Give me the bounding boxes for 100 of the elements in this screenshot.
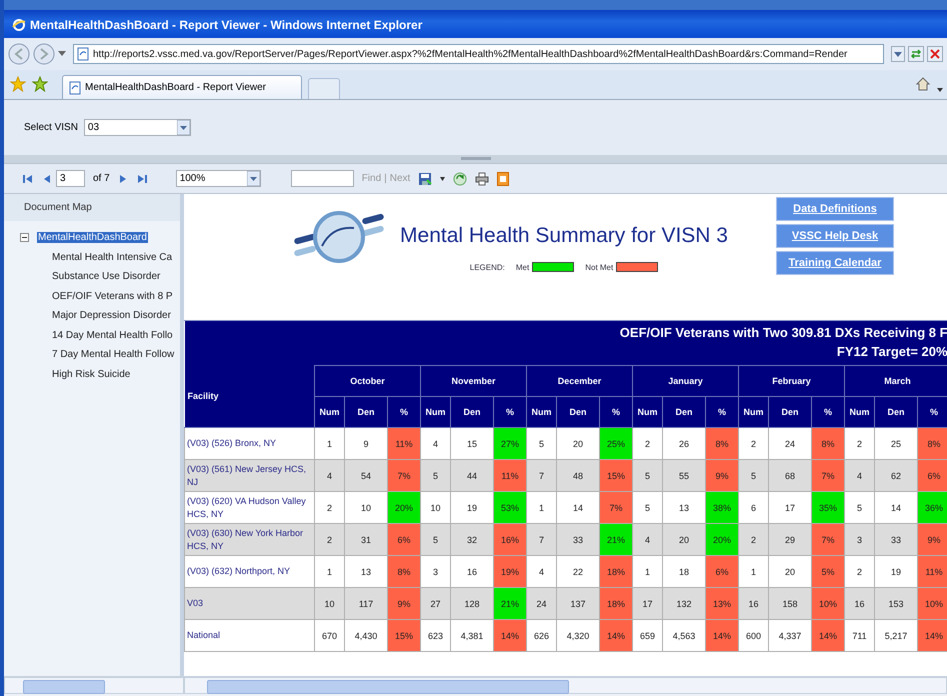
table-cell: 7% xyxy=(600,492,632,524)
parameter-label: Select VISN xyxy=(24,122,78,133)
next-page-icon[interactable] xyxy=(118,172,128,184)
column-header: November xyxy=(420,366,526,396)
refresh-icon[interactable] xyxy=(908,46,924,62)
table-cell: 29 xyxy=(768,524,812,556)
table-cell: 14% xyxy=(812,620,844,652)
table-cell: 48 xyxy=(556,460,600,492)
legend-item: Not Met xyxy=(585,262,614,272)
table-cell: (V03) (630) New York Harbor HCS, NY xyxy=(184,524,314,556)
page-number-field[interactable]: 3 xyxy=(56,170,85,187)
column-header: Num xyxy=(632,396,662,428)
table-cell: 14% xyxy=(494,620,526,652)
column-header: January xyxy=(632,366,738,396)
printer-icon[interactable] xyxy=(475,172,490,186)
table-cell: 18% xyxy=(600,588,632,620)
column-header: % xyxy=(600,396,632,428)
star-icon[interactable] xyxy=(10,76,26,92)
document-map-item[interactable]: 14 Day Mental Health Follo xyxy=(52,330,173,341)
table-cell: 16 xyxy=(844,588,874,620)
table-cell: 18% xyxy=(600,556,632,588)
find-field[interactable] xyxy=(290,170,354,187)
window-title: MentalHealthDashBoard - Report Viewer - Windows Internet Explorer xyxy=(30,18,422,32)
column-header: February xyxy=(738,366,844,396)
document-map-item[interactable]: High Risk Suicide xyxy=(52,368,130,380)
address-field[interactable]: http://reports2.vssc.med.va.gov/ReportServer/Pages/ReportViewer.aspx?%2fMentalHealth%2fMentalHealthDashboard%2fMentalHealthDashBoard&rs:Command=Render xyxy=(73,44,884,64)
legend-item: Met xyxy=(516,262,530,272)
document-map-item[interactable]: Major Depression Disorder xyxy=(52,310,171,322)
table-cell: 6% xyxy=(918,460,947,492)
table-cell: 38% xyxy=(706,492,738,524)
forward-button-icon[interactable] xyxy=(33,43,55,65)
dropdown-arrow-icon[interactable] xyxy=(937,88,943,92)
visn-dropdown[interactable]: 03 xyxy=(84,119,191,136)
column-header: Num xyxy=(420,396,450,428)
link-separator: | xyxy=(384,173,387,184)
page-count: of 7 xyxy=(93,173,110,184)
home-icon[interactable] xyxy=(915,76,931,92)
table-cell: 153 xyxy=(874,588,918,620)
table-cell: 8% xyxy=(812,428,844,460)
column-header: December xyxy=(526,366,632,396)
table-cell: 158 xyxy=(768,588,812,620)
table-cell: 9% xyxy=(918,524,947,556)
table-cell: 44 xyxy=(450,460,494,492)
table-cell: 25% xyxy=(600,428,632,460)
table-cell: 6% xyxy=(706,556,738,588)
table-cell: (V03) (561) New Jersey HCS, NJ xyxy=(184,460,314,492)
table-cell: 7% xyxy=(812,460,844,492)
column-header: Num xyxy=(844,396,874,428)
column-header: Den xyxy=(874,396,918,428)
table-cell: 4 xyxy=(844,460,874,492)
browser-logo-icon xyxy=(12,18,26,32)
document-map-item[interactable]: OEF/OIF Veterans with 8 P xyxy=(52,290,173,302)
document-map-item[interactable]: Substance Use Disorder xyxy=(52,271,160,282)
report-title: Mental Health Summary for VISN 3 xyxy=(400,224,728,248)
table-cell: 3 xyxy=(844,524,874,556)
table-cell: 16% xyxy=(494,524,526,556)
table-cell: 11% xyxy=(388,428,420,460)
document-map-item[interactable]: 7 Day Mental Health Follow xyxy=(52,349,174,360)
splitter-handle[interactable] xyxy=(460,157,490,160)
table-cell: 5 xyxy=(420,460,450,492)
table-cell: 117 xyxy=(344,588,388,620)
table-cell: 4 xyxy=(632,524,662,556)
document-map-item[interactable]: MentalHealthDashBoard xyxy=(37,232,148,244)
table-cell: 7 xyxy=(526,460,556,492)
document-map-item[interactable]: Mental Health Intensive Ca xyxy=(52,252,172,263)
back-button-icon[interactable] xyxy=(8,43,30,65)
table-cell: 21% xyxy=(600,524,632,556)
horizontal-scrollbar[interactable] xyxy=(4,677,184,694)
column-header: Num xyxy=(738,396,768,428)
table-cell: 10 xyxy=(314,588,344,620)
table-cell: 15% xyxy=(388,620,420,652)
refresh-icon[interactable] xyxy=(453,172,468,186)
dropdown-arrow-icon[interactable] xyxy=(58,51,66,57)
last-page-icon[interactable] xyxy=(136,172,148,184)
close-icon[interactable] xyxy=(927,46,943,62)
legend-label: LEGEND: xyxy=(470,262,505,272)
table-cell: 17 xyxy=(632,588,662,620)
column-header: Den xyxy=(768,396,812,428)
table-cell: 623 xyxy=(420,620,450,652)
previous-page-icon[interactable] xyxy=(42,172,52,184)
dropdown-arrow-icon xyxy=(246,171,260,186)
table-cell: 16 xyxy=(738,588,768,620)
export-icon[interactable] xyxy=(497,172,510,186)
document-map-header: Document Map xyxy=(4,194,180,221)
table-cell: 8% xyxy=(388,556,420,588)
column-header: Den xyxy=(344,396,388,428)
page-icon xyxy=(77,47,89,61)
collapse-icon[interactable] xyxy=(20,233,29,242)
horizontal-scrollbar[interactable] xyxy=(184,677,947,694)
zoom-dropdown[interactable]: 100% xyxy=(176,170,261,187)
browser-tab[interactable]: MentalHealthDashBoard - Report Viewer xyxy=(62,75,302,99)
table-cell: 10% xyxy=(918,588,947,620)
table-cell: 9% xyxy=(388,588,420,620)
first-page-icon[interactable] xyxy=(22,172,34,184)
table-cell: 15% xyxy=(600,460,632,492)
dropdown-arrow-icon[interactable] xyxy=(440,176,446,180)
table-cell: 2 xyxy=(738,524,768,556)
save-icon[interactable] xyxy=(418,172,432,186)
table-cell: National xyxy=(184,620,314,652)
table-cell: 711 xyxy=(844,620,874,652)
